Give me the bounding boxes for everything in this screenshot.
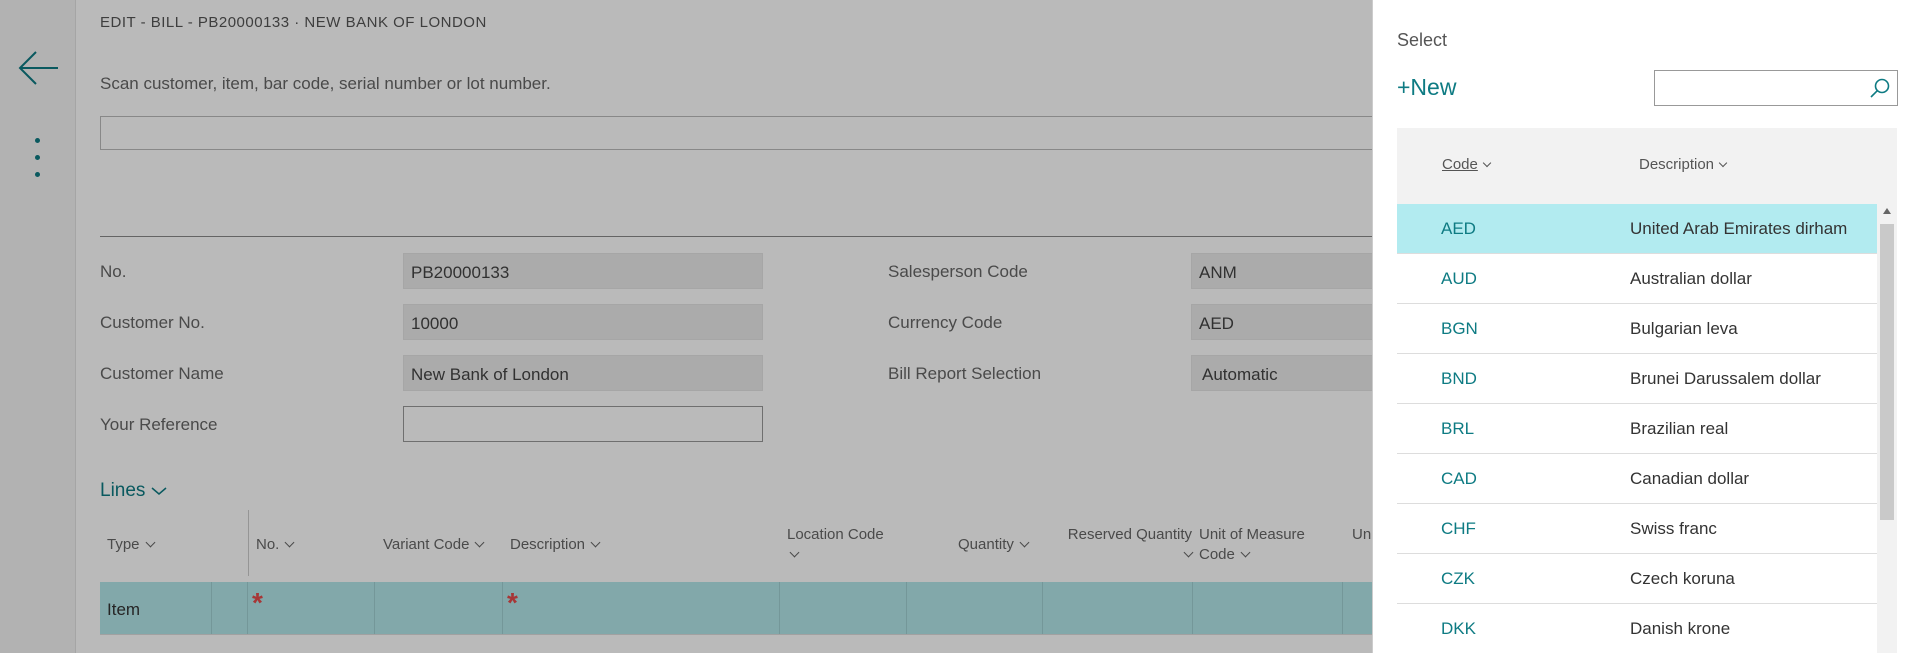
chevron-down-icon bbox=[1718, 158, 1728, 168]
code-column-label: Code bbox=[1442, 156, 1478, 173]
lookup-row[interactable]: AED United Arab Emirates dirham bbox=[1397, 204, 1877, 254]
row-code[interactable]: BND bbox=[1441, 369, 1477, 389]
chevron-down-icon bbox=[1482, 158, 1492, 168]
lookup-row[interactable]: CZK Czech koruna bbox=[1397, 554, 1877, 604]
row-code[interactable]: BGN bbox=[1441, 319, 1478, 339]
row-code[interactable]: CHF bbox=[1441, 519, 1476, 539]
row-description: Brazilian real bbox=[1630, 419, 1729, 438]
scroll-up-icon[interactable] bbox=[1883, 208, 1891, 214]
row-description: United Arab Emirates dirham bbox=[1630, 219, 1848, 238]
lookup-row[interactable]: BRL Brazilian real bbox=[1397, 404, 1877, 454]
row-code[interactable]: BRL bbox=[1441, 419, 1474, 439]
scroll-thumb[interactable] bbox=[1880, 224, 1894, 520]
row-description: Canadian dollar bbox=[1630, 469, 1750, 488]
description-column-header[interactable]: Description bbox=[1639, 156, 1728, 173]
search-input[interactable] bbox=[1654, 70, 1898, 106]
row-code[interactable]: CZK bbox=[1441, 569, 1475, 589]
code-column-header[interactable]: Code bbox=[1442, 156, 1492, 173]
row-code[interactable]: DKK bbox=[1441, 619, 1476, 639]
lookup-row[interactable]: CHF Swiss franc bbox=[1397, 504, 1877, 554]
row-description: Australian dollar bbox=[1630, 269, 1752, 288]
lookup-row[interactable]: DKK Danish krone bbox=[1397, 604, 1877, 653]
row-description: Bulgarian leva bbox=[1630, 319, 1738, 338]
search-icon[interactable] bbox=[1869, 77, 1891, 99]
row-code[interactable]: CAD bbox=[1441, 469, 1477, 489]
row-code[interactable]: AED bbox=[1441, 219, 1476, 239]
description-column-label: Description bbox=[1639, 156, 1715, 173]
row-code[interactable]: AUD bbox=[1441, 269, 1477, 289]
bill-edit-page: EDIT - BILL - PB20000133 · NEW BANK OF L… bbox=[0, 0, 1372, 653]
lookup-row[interactable]: CAD Canadian dollar bbox=[1397, 454, 1877, 504]
new-button[interactable]: +New bbox=[1397, 74, 1456, 101]
row-description: Danish krone bbox=[1630, 619, 1731, 638]
row-description: Swiss franc bbox=[1630, 519, 1717, 538]
lookup-row[interactable]: AUD Australian dollar bbox=[1397, 254, 1877, 304]
list-scrollbar[interactable] bbox=[1877, 204, 1897, 653]
lookup-panel: Select +New Code Description AED United A… bbox=[1372, 0, 1906, 653]
lookup-title: Select bbox=[1397, 30, 1448, 50]
lookup-list: Code Description AED United Arab Emirates… bbox=[1397, 128, 1897, 653]
lookup-row[interactable]: BND Brunei Darussalem dollar bbox=[1397, 354, 1877, 404]
row-description: Brunei Darussalem dollar bbox=[1630, 369, 1821, 388]
row-description: Czech koruna bbox=[1630, 569, 1735, 588]
lookup-list-header: Code Description bbox=[1397, 128, 1897, 204]
modal-dim-overlay bbox=[0, 0, 1372, 653]
lookup-row[interactable]: BGN Bulgarian leva bbox=[1397, 304, 1877, 354]
